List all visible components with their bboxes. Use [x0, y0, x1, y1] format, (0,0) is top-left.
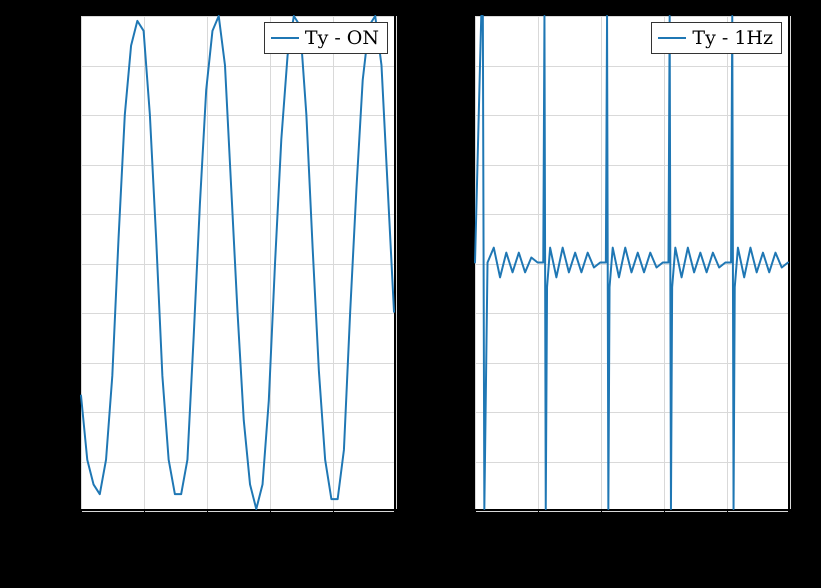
xlabel-left: Time [s]: [190, 548, 285, 574]
legend-swatch-right: [658, 37, 686, 39]
xtick-label: 0: [74, 514, 86, 536]
ytick-label: 0.4: [438, 54, 468, 76]
ytick-label: 0.4: [44, 54, 74, 76]
tickmark-y: [469, 264, 475, 265]
xtick-label: 1: [389, 514, 401, 536]
tickmark-y: [469, 511, 475, 512]
xtick-label: 0.2: [522, 514, 552, 536]
tickmark-y: [75, 511, 81, 512]
tickmark-y: [469, 363, 475, 364]
ytick-label: -0.3: [431, 400, 468, 422]
gridline-h: [81, 511, 394, 512]
xtick-label: 0.6: [254, 514, 284, 536]
ytick-label: 0.2: [44, 153, 74, 175]
ytick-label: 0: [456, 252, 468, 274]
tickmark-y: [469, 313, 475, 314]
tickmark-y: [469, 412, 475, 413]
tickmark-y: [469, 16, 475, 17]
ytick-label: -0.4: [37, 450, 74, 472]
ylabel-left: Torque [Nm]: [24, 176, 50, 325]
tickmark-y: [75, 214, 81, 215]
ytick-label: -0.5: [431, 499, 468, 521]
gridline-v: [396, 16, 397, 509]
xtick-label: 0.4: [585, 514, 615, 536]
xtick-label: 0.2: [128, 514, 158, 536]
tickmark-y: [75, 462, 81, 463]
xtick-label: 0.8: [317, 514, 347, 536]
ytick-label: 0.2: [438, 153, 468, 175]
ytick-label: 0.5: [438, 4, 468, 26]
ylabel-right: Torque [Nm]: [418, 176, 444, 325]
tickmark-y: [469, 165, 475, 166]
tickmark-y: [469, 214, 475, 215]
ytick-label: -0.5: [37, 499, 74, 521]
legend-left: Ty - ON: [264, 22, 388, 54]
series-left: [81, 16, 394, 509]
legend-label-left: Ty - ON: [305, 27, 379, 49]
ytick-label: 0.3: [438, 103, 468, 125]
ytick-label: 0.3: [44, 103, 74, 125]
tickmark-y: [75, 66, 81, 67]
xtick-label: 0.6: [648, 514, 678, 536]
legend-right: Ty - 1Hz: [651, 22, 782, 54]
ytick-label: 0: [62, 252, 74, 274]
tickmark-y: [75, 412, 81, 413]
ytick-label: -0.4: [431, 450, 468, 472]
legend-swatch-left: [271, 37, 299, 39]
tickmark-y: [469, 462, 475, 463]
xtick-label: 0.8: [711, 514, 741, 536]
chart-left: Ty - ON 00.20.40.60.81-0.5-0.4-0.3-0.2-0…: [80, 15, 395, 510]
tickmark-y: [469, 115, 475, 116]
tickmark-y: [75, 264, 81, 265]
xtick-label: 1: [783, 514, 795, 536]
ytick-label: -0.3: [37, 400, 74, 422]
chart-right: Ty - 1Hz 00.20.40.60.81-0.5-0.4-0.3-0.2-…: [474, 15, 789, 510]
tickmark-y: [75, 363, 81, 364]
tickmark-y: [75, 165, 81, 166]
ytick-label: 0.5: [44, 4, 74, 26]
gridline-v: [790, 16, 791, 509]
series-right: [475, 16, 788, 509]
xtick-label: 0.4: [191, 514, 221, 536]
tickmark-y: [469, 66, 475, 67]
gridline-h: [475, 511, 788, 512]
ytick-label: -0.2: [37, 351, 74, 373]
legend-label-right: Ty - 1Hz: [692, 27, 773, 49]
tickmark-y: [75, 313, 81, 314]
xlabel-right: Time [s]: [584, 548, 679, 574]
tickmark-y: [75, 115, 81, 116]
plot-area-right: Ty - 1Hz: [474, 15, 789, 510]
xtick-label: 0: [468, 514, 480, 536]
plot-area-left: Ty - ON: [80, 15, 395, 510]
ytick-label: -0.2: [431, 351, 468, 373]
tickmark-y: [75, 16, 81, 17]
